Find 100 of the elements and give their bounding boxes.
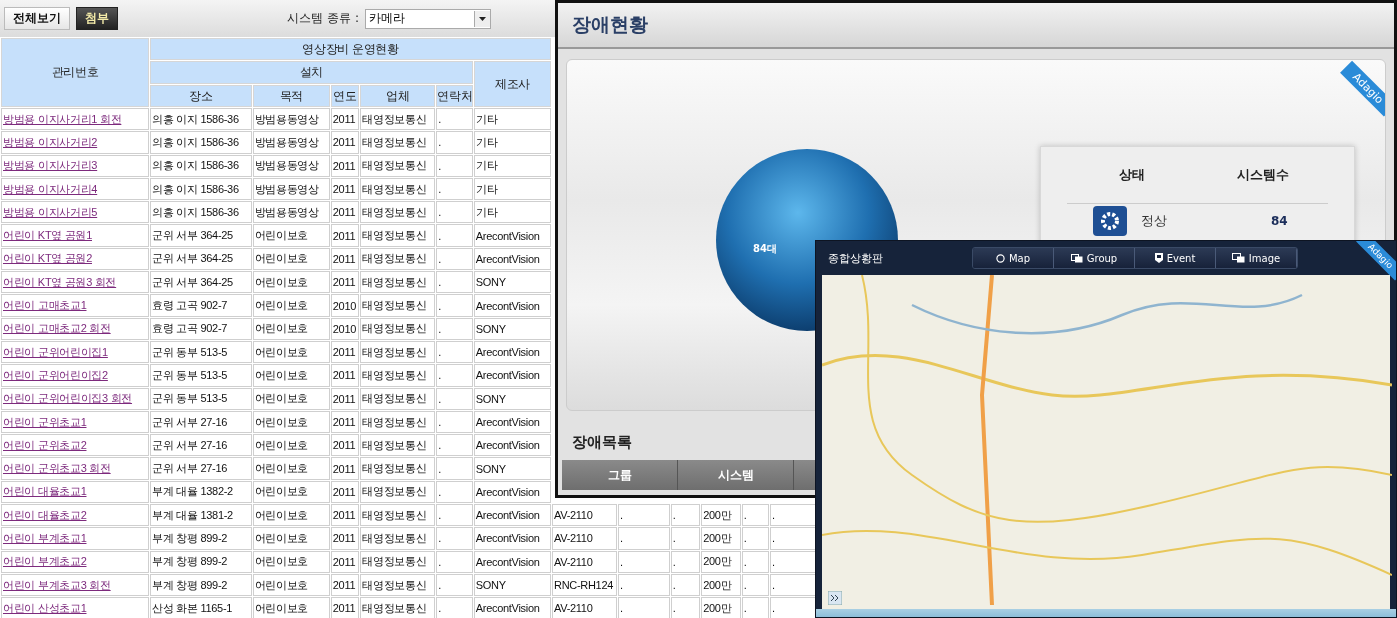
table-cell: . — [436, 504, 473, 527]
table-cell: . — [436, 457, 473, 480]
device-link[interactable]: 방범용 이지사거리3 — [3, 159, 98, 172]
table-cell: 어린이보호 — [252, 504, 330, 527]
table-cell: 방범용동영상 — [252, 154, 330, 177]
device-link[interactable]: 방범용 이지사거리5 — [3, 205, 98, 218]
table-cell: . — [617, 527, 670, 550]
event-icon — [1154, 253, 1163, 263]
column-header: 업체 — [360, 85, 436, 107]
expand-icon[interactable] — [828, 591, 842, 605]
device-link[interactable]: 어린이 고매초교1 — [3, 299, 87, 311]
device-link[interactable]: 어린이 부계초교2 — [3, 555, 87, 568]
table-cell: . — [436, 550, 473, 573]
device-link[interactable]: 어린이 대율초교1 — [3, 485, 87, 498]
view-button[interactable]: Image — [1216, 248, 1297, 268]
table-cell: 태영정보통신 — [360, 131, 436, 154]
table-cell: 어린이보호 — [252, 480, 330, 504]
table-cell: SONY — [473, 573, 551, 597]
column-header: 상태 — [1118, 166, 1147, 184]
table-cell: . — [741, 504, 770, 527]
window-title: 장애현황 — [572, 12, 648, 37]
view-button[interactable]: Map — [973, 248, 1054, 268]
device-link[interactable]: 방범용 이지사거리4 — [3, 182, 98, 195]
table-cell: . — [436, 224, 473, 247]
table-cell: 부계 대율 1382-2 — [150, 480, 252, 504]
table-cell: 부계 대율 1381-2 — [150, 504, 252, 527]
device-link[interactable]: 어린이 KT옆 공원1 — [3, 229, 92, 242]
device-link[interactable]: 방범용 이지사거리2 — [3, 135, 98, 148]
table-cell: 의흥 이지 1586-36 — [150, 154, 252, 177]
device-link[interactable]: 어린이 KT옆 공원2 — [3, 252, 92, 265]
table-cell: 의흥 이지 1586-36 — [150, 108, 252, 131]
table-cell: 2011 — [330, 480, 360, 504]
table-cell: 태영정보통신 — [360, 387, 436, 410]
table-cell: 태영정보통신 — [360, 340, 436, 364]
table-cell: 군위 서부 364-25 — [150, 247, 252, 271]
table-cell: 어린이보호 — [252, 387, 330, 410]
device-link[interactable]: 어린이 군위초교3 회전 — [3, 462, 111, 475]
device-link[interactable]: 어린이 군위어린이집1 — [3, 345, 108, 358]
table-cell: . — [436, 340, 473, 364]
table-cell: . — [436, 154, 473, 177]
table-cell: 태영정보통신 — [360, 480, 436, 504]
table-cell: 2011 — [330, 457, 360, 480]
device-link[interactable]: 어린이 KT옆 공원3 회전 — [3, 275, 117, 288]
table-cell: . — [436, 271, 473, 294]
table-cell: . — [741, 573, 770, 597]
table-cell: 태영정보통신 — [360, 573, 436, 597]
table-cell: 부계 창평 899-2 — [150, 527, 252, 550]
column-header: 제조사 — [473, 61, 551, 107]
device-link[interactable]: 어린이 고매초교2 회전 — [3, 322, 111, 335]
table-cell: . — [436, 108, 473, 131]
device-link[interactable]: 어린이 군위초교1 — [3, 415, 87, 428]
table-cell: . — [436, 201, 473, 224]
view-tab[interactable]: 첨부 — [76, 7, 118, 30]
device-link[interactable]: 어린이 군위어린이집3 회전 — [3, 392, 133, 405]
table-cell: . — [436, 247, 473, 271]
device-link[interactable]: 어린이 군위어린이집2 — [3, 368, 108, 381]
table-cell: . — [436, 480, 473, 504]
view-button[interactable]: Group — [1054, 248, 1135, 268]
table-cell: ArecontVision — [473, 434, 551, 457]
table-cell: 2011 — [330, 271, 360, 294]
device-link[interactable]: 어린이 산성초교1 — [3, 601, 87, 614]
table-cell: . — [670, 597, 701, 618]
device-link[interactable]: 방범용 이지사거리1 회전 — [3, 112, 122, 125]
table-cell: 방범용동영상 — [252, 131, 330, 154]
table-cell: 의흥 이지 1586-36 — [150, 201, 252, 224]
table-cell: 부계 창평 899-2 — [150, 550, 252, 573]
table-cell: 2011 — [330, 504, 360, 527]
device-link[interactable]: 어린이 부계초교1 — [3, 532, 87, 544]
table-cell: 2011 — [330, 177, 360, 201]
table-cell: 의흥 이지 1586-36 — [150, 177, 252, 201]
table-cell: ArecontVision — [473, 550, 551, 573]
table-cell: . — [617, 550, 670, 573]
table-cell: 군위 서부 364-25 — [150, 224, 252, 247]
table-cell: 200만 — [701, 527, 741, 550]
device-link[interactable]: 어린이 부계초교3 회전 — [3, 578, 111, 591]
table-cell: 2010 — [330, 317, 360, 340]
table-cell: 효령 고곡 902-7 — [150, 294, 252, 317]
table-cell: 어린이보호 — [252, 224, 330, 247]
device-link[interactable]: 어린이 군위초교2 — [3, 438, 87, 451]
table-cell: 200만 — [701, 550, 741, 573]
table-cell: 2011 — [330, 573, 360, 597]
table-cell: 2011 — [330, 434, 360, 457]
table-cell: . — [436, 317, 473, 340]
table-cell: 태영정보통신 — [360, 177, 436, 201]
table-cell: 태영정보통신 — [360, 247, 436, 271]
table-cell: . — [436, 434, 473, 457]
table-cell: . — [741, 550, 770, 573]
filter-label: 시스템 종류 : — [287, 10, 359, 27]
view-button[interactable]: Event — [1135, 248, 1216, 268]
table-cell: SONY — [473, 317, 551, 340]
table-cell: . — [670, 527, 701, 550]
table-cell: 어린이보호 — [252, 550, 330, 573]
device-link[interactable]: 어린이 대율초교2 — [3, 508, 87, 521]
table-cell: SONY — [473, 271, 551, 294]
view-tab[interactable]: 전체보기 — [4, 7, 70, 30]
table-cell: 태영정보통신 — [360, 271, 436, 294]
system-type-select[interactable]: 카메라 — [365, 8, 491, 29]
table-cell: SONY — [473, 457, 551, 480]
column-header: 연락처 — [436, 85, 473, 107]
table-cell: 2011 — [330, 224, 360, 247]
